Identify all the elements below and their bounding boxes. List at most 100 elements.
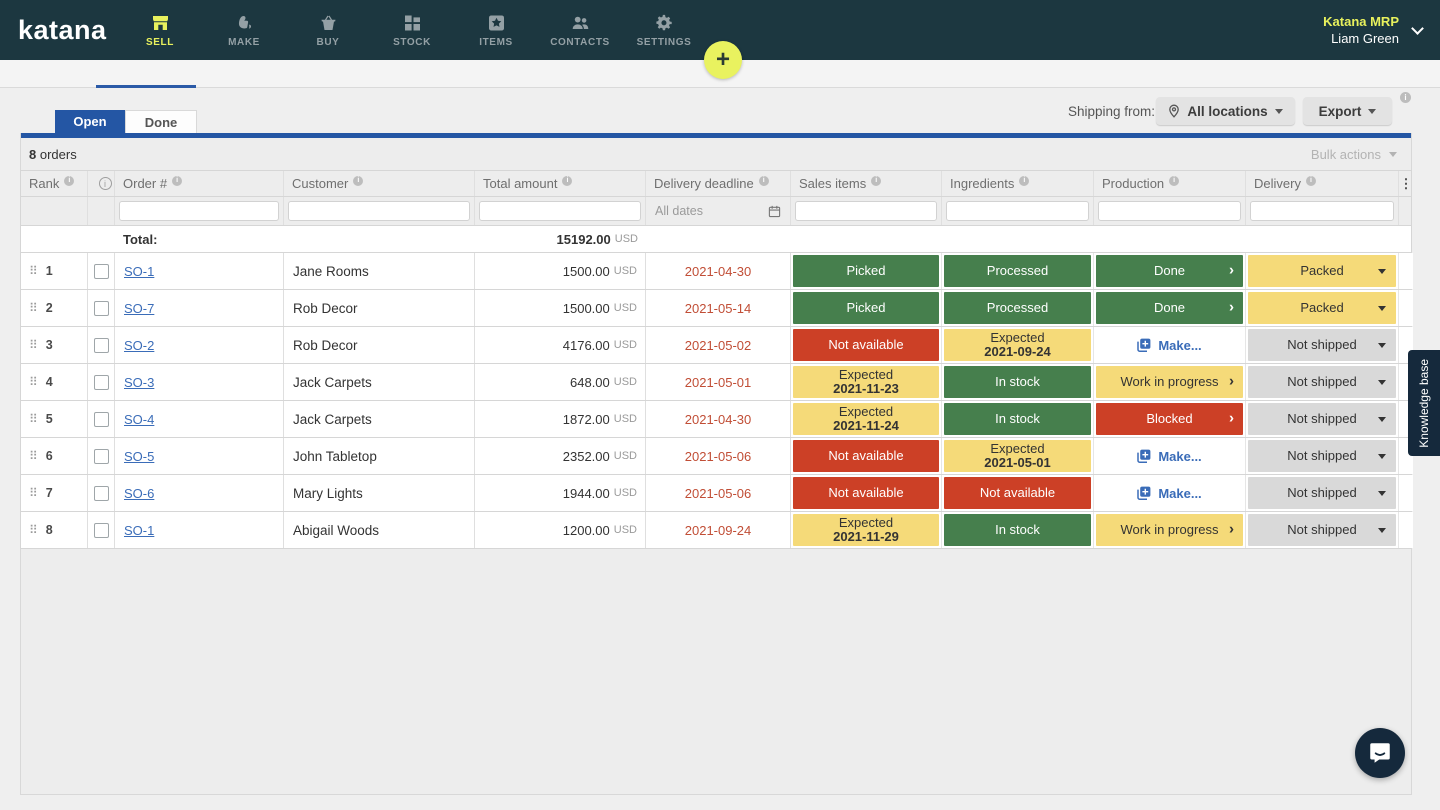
drag-handle-icon[interactable]: ⠿ [29,301,37,315]
column-header-sales-items[interactable]: Sales itemsi [791,171,942,196]
sales-items-filter-input[interactable] [795,201,937,221]
drag-handle-icon[interactable]: ⠿ [29,412,37,426]
row-checkbox[interactable] [94,375,109,390]
make-link[interactable]: Make... [1096,329,1243,361]
sales-orders-panel: 8 orders Bulk actions RankiiOrder #iCust… [20,133,1412,795]
chat-launcher-button[interactable] [1355,728,1405,778]
table-row: ⠿8SO-1Abigail Woods1200.00USD2021-09-24E… [21,512,1411,549]
row-checkbox[interactable] [94,338,109,353]
row-checkbox[interactable] [94,486,109,501]
order-link[interactable]: SO-3 [124,375,154,390]
make-label: Make... [1158,449,1201,464]
column-header-customer[interactable]: Customeri [284,171,475,196]
drag-handle-icon[interactable]: ⠿ [29,338,37,352]
row-checkbox[interactable] [94,301,109,316]
nav-item-label: BUY [317,37,340,48]
checkbox-cell [88,401,115,437]
production-cell: Make... [1094,475,1246,511]
nav-item-contacts[interactable]: CONTACTS [538,0,622,60]
ingredients-filter-input[interactable] [946,201,1089,221]
order-link[interactable]: SO-7 [124,301,154,316]
column-header-order[interactable]: Order #i [115,171,284,196]
nav-item-make[interactable]: MAKE [202,0,286,60]
ingredients-cell: Expected2021-05-01 [942,438,1094,474]
expected-date: 2021-11-29 [833,530,899,544]
delivery-status-badge[interactable]: Not shipped [1248,477,1396,509]
column-label: Rank [29,176,59,191]
delivery-status-badge[interactable]: Not shipped [1248,403,1396,435]
drag-handle-icon[interactable]: ⠿ [29,375,37,389]
status-label: Not shipped [1287,486,1356,500]
customer-cell: Mary Lights [284,475,475,511]
nav-item-buy[interactable]: BUY [286,0,370,60]
add-new-button[interactable]: + [704,41,742,79]
make-link[interactable]: Make... [1096,477,1243,509]
make-link[interactable]: Make... [1096,440,1243,472]
export-button[interactable]: Export [1303,97,1392,125]
order-filter-input[interactable] [119,201,279,221]
account-menu[interactable]: Katana MRP Liam Green [1323,0,1440,60]
amount-filter-input[interactable] [479,201,641,221]
column-label: Delivery [1254,176,1301,191]
column-header-production[interactable]: Productioni [1094,171,1246,196]
production-status-badge[interactable]: Work in progress› [1096,514,1243,546]
drag-handle-icon[interactable]: ⠿ [29,486,37,500]
column-settings-kebab-icon[interactable]: ⋮ [1399,171,1413,196]
tab-open[interactable]: Open [55,110,125,133]
production-status-badge[interactable]: Blocked› [1096,403,1243,435]
katana-logo[interactable]: katana [0,0,118,60]
column-header-delivery-deadline[interactable]: Delivery deadlinei [646,171,791,196]
checkbox-cell [88,253,115,289]
customer-filter-input[interactable] [288,201,470,221]
nav-item-settings[interactable]: SETTINGS [622,0,706,60]
delivery-status-badge[interactable]: Not shipped [1248,440,1396,472]
order-link[interactable]: SO-6 [124,486,154,501]
row-end-cell [1399,512,1413,548]
column-header-ingredients[interactable]: Ingredientsi [942,171,1094,196]
order-link[interactable]: SO-2 [124,338,154,353]
delivery-filter-input[interactable] [1250,201,1394,221]
production-status-badge[interactable]: Done› [1096,255,1243,287]
delivery-status-badge[interactable]: Not shipped [1248,329,1396,361]
row-checkbox[interactable] [94,412,109,427]
column-header-delivery[interactable]: Deliveryi [1246,171,1399,196]
delivery-status-badge[interactable]: Not shipped [1248,366,1396,398]
nav-item-items[interactable]: ITEMS [454,0,538,60]
currency-label: USD [615,233,638,245]
caret-down-icon [1378,491,1386,496]
caret-down-icon [1378,417,1386,422]
tab-done[interactable]: Done [125,110,197,133]
delivery-status-badge[interactable]: Packed [1248,255,1396,287]
drag-handle-icon[interactable]: ⠿ [29,264,37,278]
ingredients-cell: Processed [942,253,1094,289]
drag-handle-icon[interactable]: ⠿ [29,449,37,463]
row-checkbox[interactable] [94,449,109,464]
row-checkbox[interactable] [94,523,109,538]
location-filter-dropdown[interactable]: All locations [1156,97,1295,125]
status-label: Picked [846,301,885,315]
production-status-badge[interactable]: Done› [1096,292,1243,324]
delivery-status-badge[interactable]: Not shipped [1248,514,1396,546]
drag-handle-icon[interactable]: ⠿ [29,523,37,537]
status-label: Not shipped [1287,375,1356,389]
row-checkbox[interactable] [94,264,109,279]
checkbox-cell [88,438,115,474]
currency-label: USD [614,524,637,536]
expected-label: Expected [990,331,1044,345]
nav-item-sell[interactable]: SELL [118,0,202,60]
column-header-total-amount[interactable]: Total amounti [475,171,646,196]
column-header-status[interactable]: i [88,171,115,196]
order-link[interactable]: SO-4 [124,412,154,427]
delivery-status-badge[interactable]: Packed [1248,292,1396,324]
column-header-rank[interactable]: Ranki [21,171,88,196]
knowledge-base-tab[interactable]: Knowledge base [1408,350,1440,456]
order-link[interactable]: SO-5 [124,449,154,464]
bulk-actions-dropdown[interactable]: Bulk actions [1311,147,1397,162]
nav-item-stock[interactable]: STOCK [370,0,454,60]
deadline-filter[interactable]: All dates [646,197,791,225]
delivery-deadline-cell: 2021-04-30 [646,253,791,289]
order-link[interactable]: SO-1 [124,264,154,279]
order-link[interactable]: SO-1 [124,523,154,538]
production-status-badge[interactable]: Work in progress› [1096,366,1243,398]
production-filter-input[interactable] [1098,201,1241,221]
